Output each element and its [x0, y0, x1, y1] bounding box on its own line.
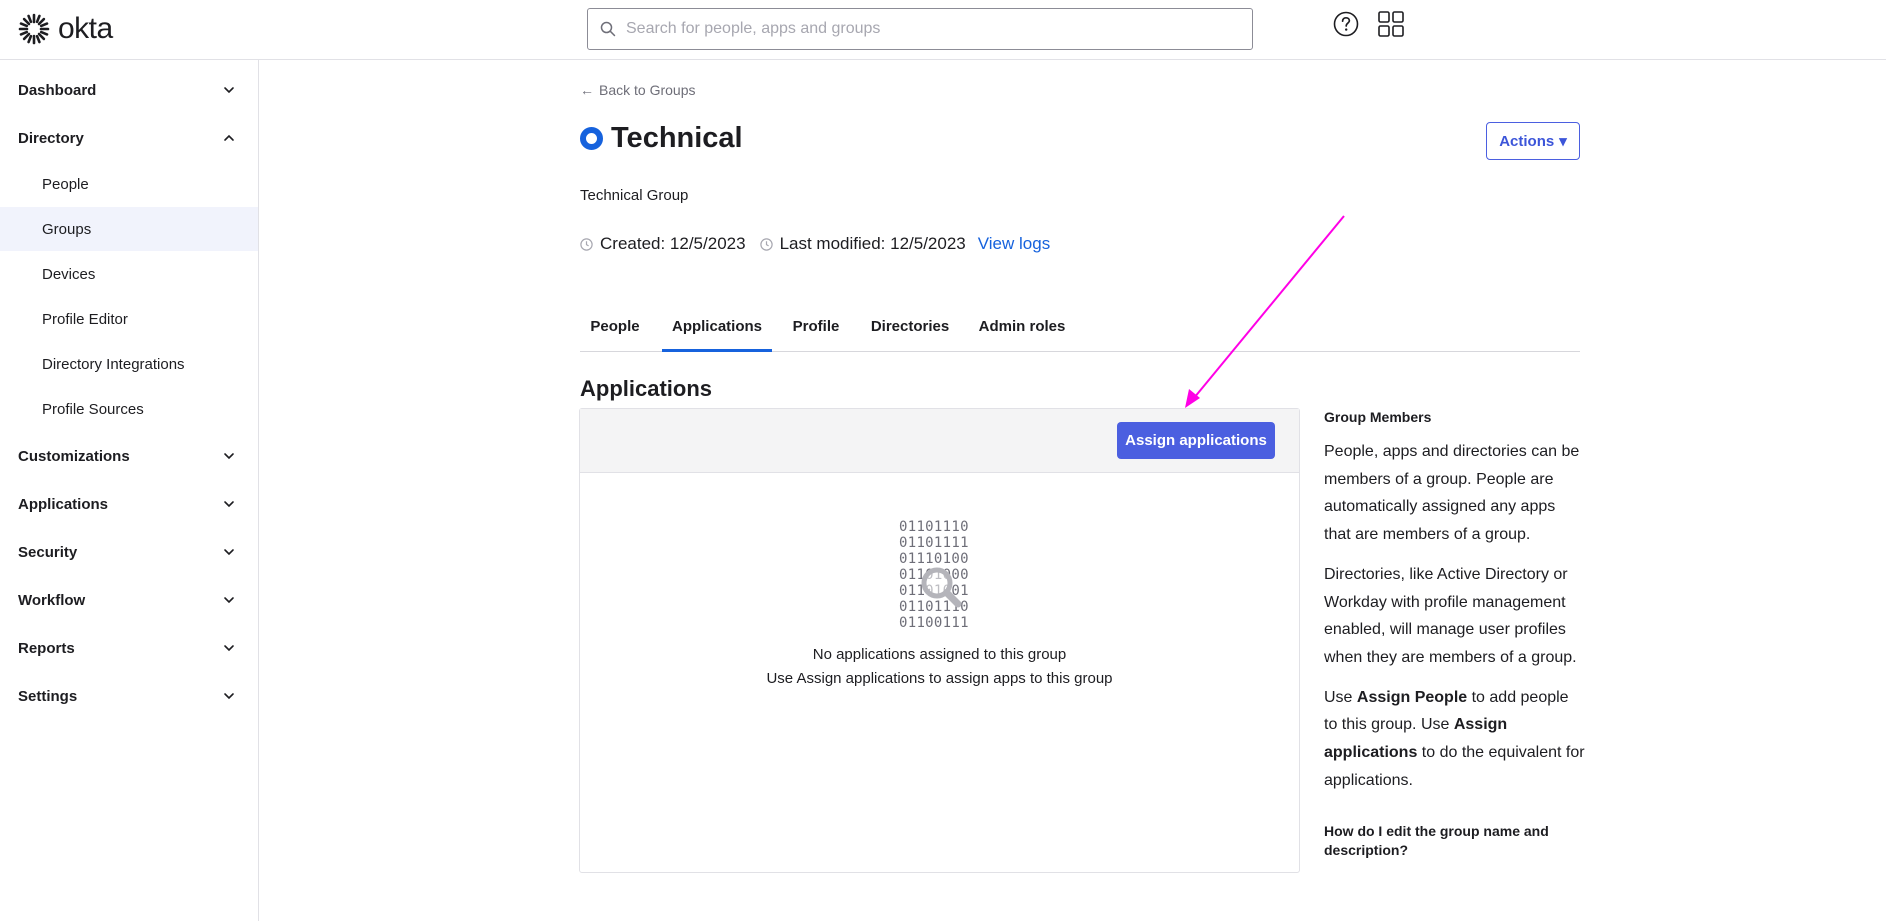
panel-toolbar: Assign applications [580, 409, 1299, 473]
tab-applications[interactable]: Applications [662, 318, 772, 352]
help-heading: Group Members [1324, 409, 1432, 425]
help-sidebar: Group Members People, apps and directori… [1324, 408, 1586, 860]
page-title: Technical [611, 122, 743, 154]
sidebar-section-label: Dashboard [18, 81, 97, 99]
chevron-down-icon [224, 549, 234, 556]
help-emphasis: Assign People [1356, 688, 1468, 706]
okta-sunburst-icon [18, 13, 50, 45]
tab-label: Directories [870, 318, 950, 335]
help-paragraph: Directories, like Active Directory or Wo… [1324, 565, 1577, 666]
search-input[interactable] [626, 20, 1226, 38]
help-text: Use [1324, 688, 1357, 706]
brand-name: okta [58, 12, 113, 45]
sidebar-item-label: Profile Editor [42, 310, 128, 328]
sidebar-section-label: Security [18, 543, 78, 561]
sidebar-item-label: People [42, 175, 89, 193]
actions-dropdown-button[interactable]: Actions ▾ [1486, 122, 1580, 160]
chevron-down-icon [224, 453, 234, 460]
sidebar-section-settings[interactable]: Settings [0, 676, 258, 716]
tab-admin-roles[interactable]: Admin roles [972, 318, 1072, 352]
created-date: Created: 12/5/2023 [600, 234, 746, 253]
sidebar-section-workflow[interactable]: Workflow [0, 580, 258, 620]
group-icon [580, 127, 603, 150]
tab-directories[interactable]: Directories [860, 318, 960, 352]
sidebar-item-label: Groups [42, 220, 92, 238]
chevron-down-icon [224, 597, 234, 604]
sidebar-item-label: Devices [42, 265, 96, 283]
back-link-label: Back to Groups [599, 82, 696, 98]
help-paragraph: People, apps and directories can be memb… [1324, 443, 1580, 544]
sidebar-section-customizations[interactable]: Customizations [0, 436, 258, 476]
sidebar-item-profile-sources[interactable]: Profile Sources [0, 387, 258, 431]
caret-down-icon: ▾ [1559, 133, 1567, 150]
magnifier-icon [921, 567, 962, 608]
sidebar-item-label: Profile Sources [42, 400, 144, 418]
sidebar-section-reports[interactable]: Reports [0, 628, 258, 668]
help-faq-heading: How do I edit the group name and descrip… [1324, 823, 1549, 859]
sidebar-section-label: Settings [18, 687, 78, 705]
tab-label: Admin roles [978, 318, 1066, 335]
global-search[interactable] [587, 8, 1253, 50]
last-modified-date: Last modified: 12/5/2023 [779, 234, 966, 253]
chevron-down-icon [224, 693, 234, 700]
tab-people[interactable]: People [580, 318, 650, 352]
binary-line: 01101111 [899, 535, 969, 551]
binary-line: 01101110 [899, 519, 969, 535]
empty-state-hint: Use Assign applications to assign apps t… [766, 670, 1113, 687]
clock-icon [580, 237, 593, 251]
help-icon[interactable] [1333, 11, 1359, 37]
sidebar-section-label: Customizations [18, 447, 130, 465]
sidebar-section-label: Reports [18, 639, 75, 657]
binary-line: 01100111 [899, 615, 969, 631]
top-bar: okta [0, 0, 1886, 60]
tab-label: Applications [671, 318, 762, 335]
sidebar: Dashboard Directory People Groups Device… [0, 60, 259, 921]
okta-logo[interactable]: okta [18, 12, 113, 46]
sidebar-section-label: Workflow [18, 591, 86, 609]
sidebar-item-label: Directory Integrations [42, 355, 185, 373]
chevron-up-icon [224, 134, 234, 141]
sidebar-item-directory-integrations[interactable]: Directory Integrations [0, 342, 258, 386]
empty-state-title: No applications assigned to this group [812, 646, 1067, 663]
empty-state-illustration: 01101110 01101111 01110100 01101000 0110… [899, 519, 983, 634]
view-logs-link[interactable]: View logs [978, 234, 1050, 254]
actions-label: Actions [1499, 132, 1555, 150]
sidebar-item-groups[interactable]: Groups [0, 207, 258, 251]
tab-profile[interactable]: Profile [784, 318, 848, 352]
tab-label: Profile [792, 318, 840, 335]
app-grid-icon[interactable] [1378, 11, 1404, 37]
clock-icon [759, 237, 773, 251]
sidebar-section-dashboard[interactable]: Dashboard [0, 70, 258, 110]
sidebar-section-label: Applications [18, 495, 109, 513]
page-header: Technical [580, 122, 743, 155]
group-meta: Created: 12/5/2023 Last modified: 12/5/2… [580, 234, 1050, 254]
group-tabs: People Applications Profile Directories … [580, 318, 1580, 352]
arrow-left-icon: ← [580, 82, 594, 98]
help-paragraph: Use Assign People to add people to this … [1324, 684, 1586, 795]
sidebar-section-applications[interactable]: Applications [0, 484, 258, 524]
chevron-down-icon [224, 645, 234, 652]
sidebar-section-security[interactable]: Security [0, 532, 258, 572]
tab-label: People [590, 318, 640, 335]
sidebar-section-label: Directory [18, 129, 84, 147]
sidebar-item-people[interactable]: People [0, 162, 258, 206]
back-to-groups-link[interactable]: ← Back to Groups [580, 82, 696, 98]
group-description: Technical Group [580, 187, 689, 204]
applications-heading: Applications [580, 376, 713, 401]
sidebar-section-directory[interactable]: Directory [0, 118, 258, 158]
applications-panel: Assign applications 01101110 01101111 01… [579, 408, 1300, 873]
assign-applications-button[interactable]: Assign applications [1117, 422, 1275, 459]
sidebar-item-profile-editor[interactable]: Profile Editor [0, 297, 258, 341]
search-icon [600, 21, 616, 37]
chevron-down-icon [224, 87, 234, 94]
chevron-down-icon [224, 501, 234, 508]
sidebar-item-devices[interactable]: Devices [0, 252, 258, 296]
